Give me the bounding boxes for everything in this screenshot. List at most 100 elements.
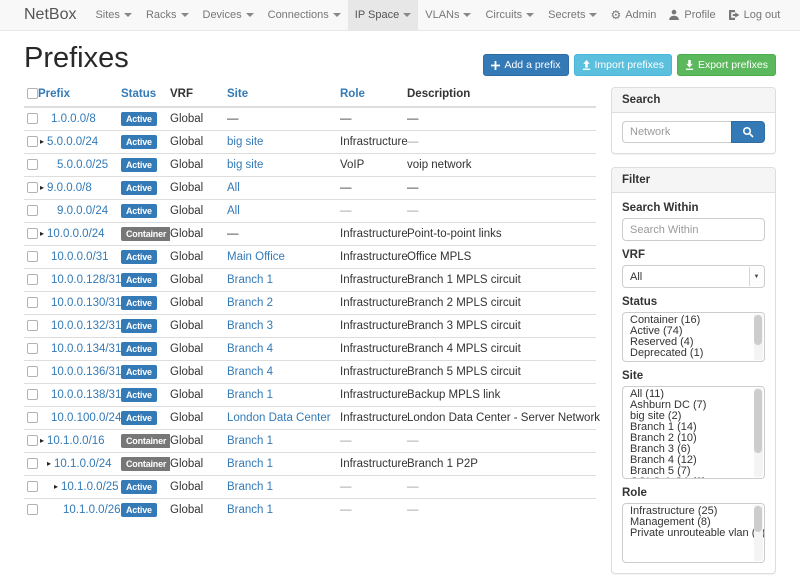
site-link[interactable]: Branch 1	[227, 504, 273, 516]
site-link[interactable]: Branch 3	[227, 320, 273, 332]
site-option[interactable]: Ashburn DC (7)	[623, 400, 764, 411]
site-link[interactable]: Branch 1	[227, 274, 273, 286]
import-prefixes-button[interactable]: Import prefixes	[574, 54, 672, 76]
site-listbox[interactable]: All (11) Ashburn DC (7) big site (2) Bra…	[622, 386, 765, 479]
status-option[interactable]: Reserved (4)	[623, 337, 764, 348]
export-prefixes-button[interactable]: Export prefixes	[677, 54, 776, 76]
site-link[interactable]: big site	[227, 159, 263, 171]
brand-link[interactable]: NetBox	[24, 0, 76, 30]
status-option[interactable]: Deprecated (1)	[623, 348, 764, 359]
search-button[interactable]	[731, 121, 765, 143]
site-link[interactable]: All	[227, 182, 240, 194]
row-checkbox[interactable]	[27, 228, 38, 239]
site-link[interactable]: All	[227, 205, 240, 217]
site-link[interactable]: Branch 1	[227, 435, 273, 447]
row-checkbox[interactable]	[27, 251, 38, 262]
prefix-link[interactable]: 9.0.0.0/24	[57, 205, 108, 217]
prefix-link[interactable]: 10.0.0.136/31	[51, 366, 121, 378]
scrollbar-thumb[interactable]	[754, 389, 762, 453]
site-option[interactable]: Branch 5 (7)	[623, 466, 764, 477]
site-link[interactable]: Branch 2	[227, 297, 273, 309]
site-link[interactable]: London Data Center	[227, 412, 331, 424]
nav-item-circuits[interactable]: Circuits	[478, 0, 541, 30]
row-checkbox[interactable]	[27, 435, 38, 446]
role-option[interactable]: Management (8)	[623, 517, 764, 528]
site-link[interactable]: Branch 4	[227, 366, 273, 378]
row-checkbox[interactable]	[27, 182, 38, 193]
prefix-link[interactable]: 10.1.0.0/25	[61, 481, 119, 493]
nav-item-logout[interactable]: Log out	[722, 0, 787, 30]
row-checkbox[interactable]	[27, 320, 38, 331]
nav-item-vlans[interactable]: VLANs	[418, 0, 478, 30]
search-within-input[interactable]	[622, 218, 765, 241]
role-listbox[interactable]: Infrastructure (25) Management (8) Priva…	[622, 503, 765, 563]
select-all-checkbox[interactable]	[27, 88, 38, 99]
site-link[interactable]: Main Office	[227, 251, 285, 263]
site-option[interactable]: Branch 3 (6)	[623, 444, 764, 455]
prefix-link[interactable]: 10.0.0.0/31	[51, 251, 109, 263]
row-checkbox[interactable]	[27, 297, 38, 308]
scrollbar-thumb[interactable]	[754, 315, 762, 345]
prefix-link[interactable]: 10.0.0.128/31	[51, 274, 121, 286]
nav-item-connections[interactable]: Connections	[261, 0, 348, 30]
row-checkbox[interactable]	[27, 205, 38, 216]
nav-item-ip-space[interactable]: IP Space	[348, 0, 418, 30]
row-checkbox[interactable]	[27, 389, 38, 400]
status-option[interactable]: Active (74)	[623, 326, 764, 337]
row-checkbox[interactable]	[27, 274, 38, 285]
scrollbar-track[interactable]	[754, 505, 763, 561]
column-header-role[interactable]: Role	[340, 82, 407, 107]
site-option[interactable]: COLO-1-CA (0)	[623, 477, 764, 479]
row-checkbox[interactable]	[27, 366, 38, 377]
nav-item-devices[interactable]: Devices	[196, 0, 261, 30]
status-option[interactable]: Container (16)	[623, 315, 764, 326]
role-option[interactable]: Infrastructure (25)	[623, 506, 764, 517]
prefix-link[interactable]: 9.0.0.0/8	[47, 182, 92, 194]
row-checkbox[interactable]	[27, 458, 38, 469]
site-option[interactable]: Branch 2 (10)	[623, 433, 764, 444]
vrf-select[interactable]: All ▼	[622, 265, 765, 288]
prefix-link[interactable]: 10.0.0.138/31	[51, 389, 121, 401]
prefix-link[interactable]: 10.0.0.0/24	[47, 228, 105, 240]
role-option[interactable]: Private unrouteable vlan (0)	[623, 528, 764, 539]
site-link[interactable]: Branch 4	[227, 343, 273, 355]
scrollbar-track[interactable]	[754, 314, 763, 360]
prefix-link[interactable]: 1.0.0.0/8	[51, 113, 96, 125]
scrollbar-thumb[interactable]	[754, 506, 762, 532]
prefix-link[interactable]: 5.0.0.0/24	[47, 136, 98, 148]
prefix-link[interactable]: 10.0.0.134/31	[51, 343, 121, 355]
site-link[interactable]: big site	[227, 136, 263, 148]
prefix-link[interactable]: 10.1.0.0/16	[47, 435, 105, 447]
prefix-link[interactable]: 10.0.0.132/31	[51, 320, 121, 332]
add-prefix-button[interactable]: Add a prefix	[483, 54, 568, 76]
site-link[interactable]: Branch 1	[227, 389, 273, 401]
row-checkbox[interactable]	[27, 343, 38, 354]
search-input[interactable]	[622, 121, 731, 143]
column-header-status[interactable]: Status	[121, 82, 170, 107]
site-option[interactable]: Branch 4 (12)	[623, 455, 764, 466]
column-header-site[interactable]: Site	[227, 82, 340, 107]
column-header-prefix[interactable]: Prefix	[38, 82, 121, 107]
row-checkbox[interactable]	[27, 481, 38, 492]
row-checkbox[interactable]	[27, 412, 38, 423]
status-listbox[interactable]: Container (16) Active (74) Reserved (4) …	[622, 312, 765, 362]
prefix-link[interactable]: 10.0.0.130/31	[51, 297, 121, 309]
site-option[interactable]: big site (2)	[623, 411, 764, 422]
row-checkbox[interactable]	[27, 504, 38, 515]
prefix-link[interactable]: 10.0.100.0/24	[51, 412, 121, 424]
row-checkbox[interactable]	[27, 159, 38, 170]
scrollbar-track[interactable]	[754, 388, 763, 477]
nav-item-racks[interactable]: Racks	[139, 0, 196, 30]
nav-item-sites[interactable]: Sites	[88, 0, 138, 30]
nav-item-profile[interactable]: Profile	[662, 0, 721, 30]
site-link[interactable]: Branch 1	[227, 458, 273, 470]
prefix-link[interactable]: 5.0.0.0/25	[57, 159, 108, 171]
row-checkbox[interactable]	[27, 136, 38, 147]
row-checkbox[interactable]	[27, 113, 38, 124]
nav-item-admin[interactable]: ⚙Admin	[604, 0, 662, 30]
site-option[interactable]: Branch 1 (14)	[623, 422, 764, 433]
nav-item-secrets[interactable]: Secrets	[541, 0, 604, 30]
prefix-link[interactable]: 10.1.0.0/26	[63, 504, 121, 516]
prefix-link[interactable]: 10.1.0.0/24	[54, 458, 112, 470]
site-link[interactable]: Branch 1	[227, 481, 273, 493]
